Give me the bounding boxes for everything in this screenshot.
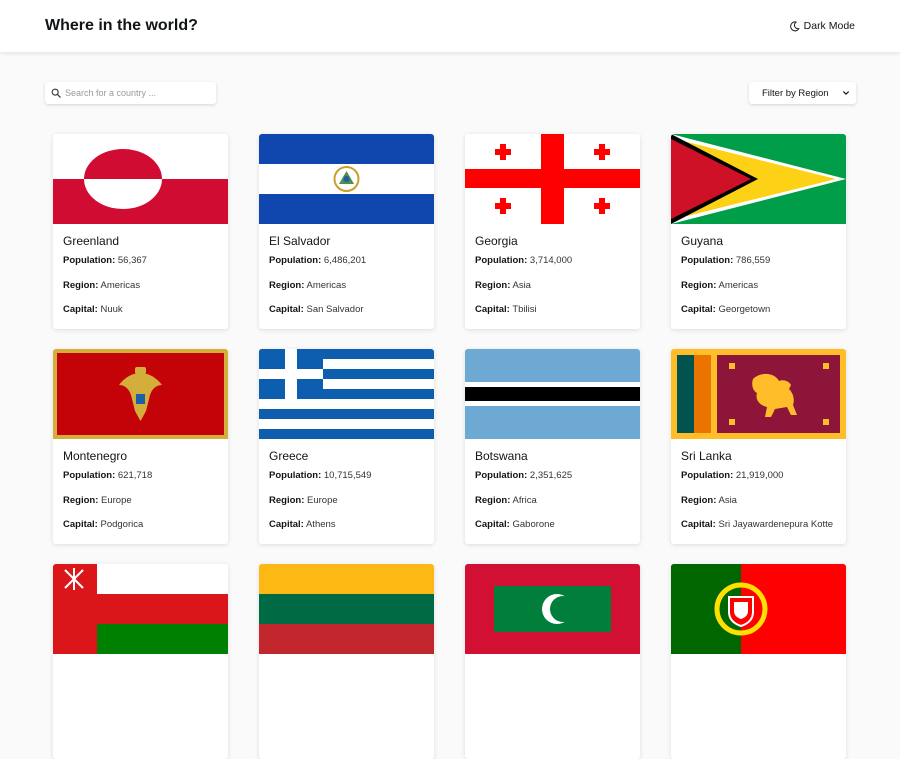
- population-stat: Population: 621,718: [63, 470, 153, 481]
- country-name: Montenegro: [63, 449, 128, 463]
- portugal-flag: [671, 564, 846, 654]
- country-card[interactable]: [259, 564, 434, 759]
- top-bar: Where in the world? Dark Mode: [0, 0, 900, 52]
- population-stat: Population: 6,486,201: [269, 255, 367, 266]
- country-name: El Salvador: [269, 234, 331, 248]
- app-title: Where in the world?: [45, 17, 198, 34]
- capital-stat: Capital: Tbilisi: [475, 304, 537, 315]
- capital-stat: Capital: San Salvador: [269, 304, 364, 315]
- country-card[interactable]: Guyana Population: 786,559 Region: Ameri…: [671, 134, 846, 329]
- country-name: Greenland: [63, 234, 120, 248]
- search-input[interactable]: [65, 88, 205, 98]
- search-icon: [51, 88, 61, 98]
- population-stat: Population: 21,919,000: [681, 470, 784, 481]
- population-stat: Population: 56,367: [63, 255, 147, 266]
- georgia-flag: [465, 134, 640, 224]
- dark-mode-label: Dark Mode: [803, 20, 855, 32]
- chevron-down-icon: [843, 91, 849, 95]
- country-card[interactable]: Sri Lanka Population: 21,919,000 Region:…: [671, 349, 846, 544]
- greece-flag: [259, 349, 434, 439]
- country-name: Greece: [269, 449, 309, 463]
- el-salvador-flag: [259, 134, 434, 224]
- capital-stat: Capital: Georgetown: [681, 304, 771, 315]
- moon-icon: [789, 20, 800, 31]
- country-card[interactable]: Montenegro Population: 621,718 Region: E…: [53, 349, 228, 544]
- dark-mode-toggle[interactable]: Dark Mode: [789, 20, 855, 32]
- lithuania-flag: [259, 564, 434, 654]
- population-stat: Population: 10,715,549: [269, 470, 372, 481]
- country-card[interactable]: Georgia Population: 3,714,000 Region: As…: [465, 134, 640, 329]
- region-filter-select[interactable]: Filter by Region: [749, 82, 856, 104]
- country-card[interactable]: Botswana Population: 2,351,625 Region: A…: [465, 349, 640, 544]
- population-stat: Population: 3,714,000: [475, 255, 573, 266]
- country-name: Georgia: [475, 234, 518, 248]
- region-stat: Region: Americas: [63, 279, 141, 291]
- country-name: Guyana: [681, 234, 724, 248]
- country-card[interactable]: [53, 564, 228, 759]
- region-stat: Region: Asia: [475, 279, 531, 291]
- greenland-flag: [53, 134, 228, 224]
- capital-stat: Capital: Nuuk: [63, 304, 123, 315]
- maldives-flag: [465, 564, 640, 654]
- region-stat: Region: Americas: [681, 279, 759, 291]
- capital-stat: Capital: Athens: [269, 519, 336, 530]
- oman-flag: [53, 564, 228, 654]
- country-card[interactable]: Greece Population: 10,715,549 Region: Eu…: [259, 349, 434, 544]
- country-name: Sri Lanka: [681, 449, 732, 463]
- region-stat: Region: Africa: [475, 494, 537, 506]
- country-card[interactable]: El Salvador Population: 6,486,201 Region…: [259, 134, 434, 329]
- country-card[interactable]: [465, 564, 640, 759]
- region-filter-label: Filter by Region: [762, 87, 829, 99]
- population-stat: Population: 786,559: [681, 255, 771, 266]
- sri-lanka-flag: [671, 349, 846, 439]
- country-card[interactable]: [671, 564, 846, 759]
- population-stat: Population: 2,351,625: [475, 470, 573, 481]
- guyana-flag: [671, 134, 846, 224]
- country-grid: Greenland Population: 56,367 Region: Ame…: [53, 134, 846, 759]
- region-stat: Region: Europe: [63, 494, 132, 506]
- capital-stat: Capital: Gaborone: [475, 519, 555, 530]
- region-stat: Region: Americas: [269, 279, 347, 291]
- montenegro-flag: [53, 349, 228, 439]
- country-name: Botswana: [475, 449, 528, 463]
- country-card[interactable]: Greenland Population: 56,367 Region: Ame…: [53, 134, 228, 329]
- botswana-flag: [465, 349, 640, 439]
- capital-stat: Capital: Sri Jayawardenepura Kotte: [681, 519, 834, 530]
- region-stat: Region: Europe: [269, 494, 338, 506]
- capital-stat: Capital: Podgorica: [63, 519, 144, 530]
- search-box[interactable]: [45, 82, 216, 104]
- region-stat: Region: Asia: [681, 494, 737, 506]
